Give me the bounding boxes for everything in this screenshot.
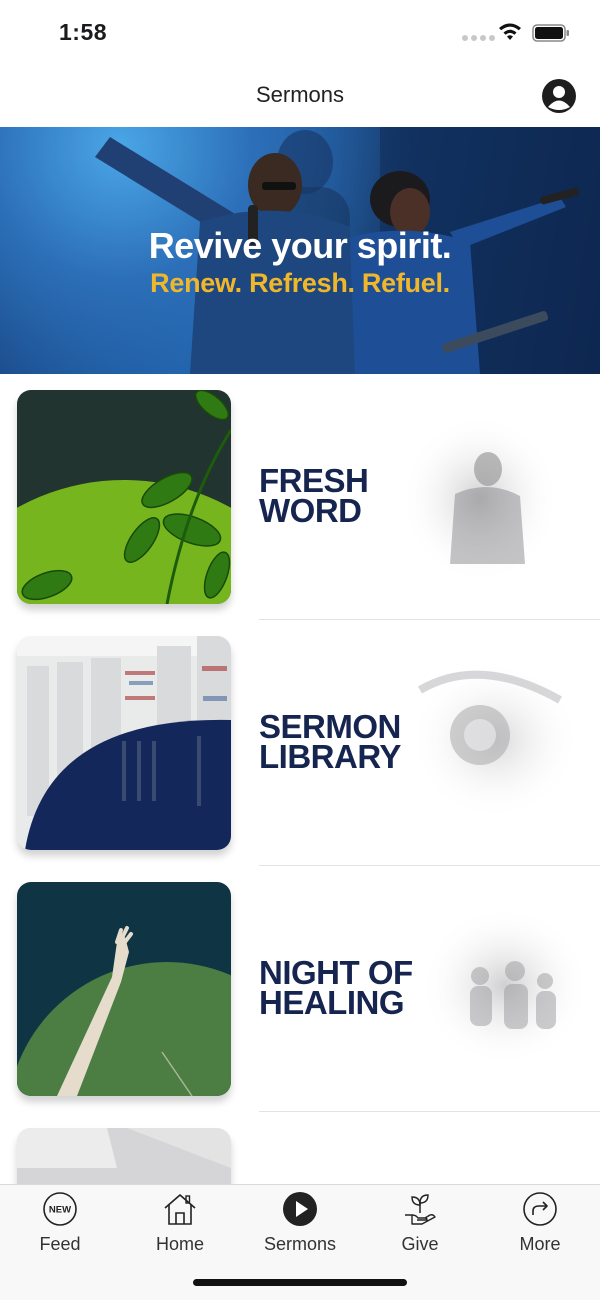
tab-label: Home xyxy=(155,1234,204,1254)
partial-thumbnail xyxy=(17,1128,231,1184)
status-bar: 1:58 xyxy=(0,0,600,66)
share-arrow-icon xyxy=(523,1192,557,1226)
hero-banner[interactable]: Revive your spirit. Renew. Refresh. Refu… xyxy=(0,127,600,374)
give-plant-hand-icon xyxy=(405,1194,436,1225)
list-item-fresh-word[interactable]: FRESH WORD xyxy=(0,374,600,620)
list-item-night-of-healing[interactable]: NIGHT OF HEALING xyxy=(0,866,600,1112)
tab-feed[interactable]: NEW Feed xyxy=(0,1185,120,1265)
preacher-faded-photo xyxy=(400,414,560,584)
status-time: 1:58 xyxy=(59,19,108,45)
night-of-healing-thumbnail xyxy=(17,882,231,1096)
list-item-sermon-library[interactable]: SERMON LIBRARY xyxy=(0,620,600,866)
profile-icon[interactable] xyxy=(541,78,577,114)
tab-give[interactable]: Give xyxy=(360,1185,480,1265)
navigation-bar: Sermons xyxy=(0,66,600,127)
tab-sermons[interactable]: Sermons xyxy=(240,1185,360,1265)
item-title: FRESH WORD xyxy=(259,462,369,529)
tab-label: Sermons xyxy=(263,1234,337,1254)
wifi-icon xyxy=(499,23,521,40)
svg-text:NEW: NEW xyxy=(49,1205,71,1216)
hero-headline: Revive your spirit. xyxy=(148,225,452,266)
item-title: SERMON LIBRARY xyxy=(259,708,401,775)
sermon-category-list: FRESH WORD SERMON LIBRARY NIGHT OF HEALI… xyxy=(0,374,600,1184)
battery-icon xyxy=(532,24,569,42)
crowd-faded-photo xyxy=(420,906,590,1066)
list-item-partial[interactable] xyxy=(0,1112,600,1184)
home-icon xyxy=(164,1194,196,1225)
headphones-faded-photo xyxy=(410,660,580,820)
item-title: NIGHT OF HEALING xyxy=(259,954,413,1021)
hero-subheadline: Renew. Refresh. Refuel. xyxy=(150,268,450,298)
home-indicator xyxy=(193,1279,407,1286)
play-circle-icon xyxy=(283,1192,317,1226)
tab-label: Give xyxy=(401,1234,439,1254)
tab-label: More xyxy=(519,1234,561,1254)
tab-more[interactable]: More xyxy=(480,1185,600,1265)
sermon-library-thumbnail xyxy=(17,636,231,850)
cellular-signal-icon xyxy=(462,35,495,41)
fresh-word-thumbnail xyxy=(17,390,231,604)
new-badge-icon: NEW xyxy=(43,1192,77,1226)
tab-label: Feed xyxy=(39,1234,81,1254)
tab-home[interactable]: Home xyxy=(120,1185,240,1265)
page-title: Sermons xyxy=(255,82,345,107)
